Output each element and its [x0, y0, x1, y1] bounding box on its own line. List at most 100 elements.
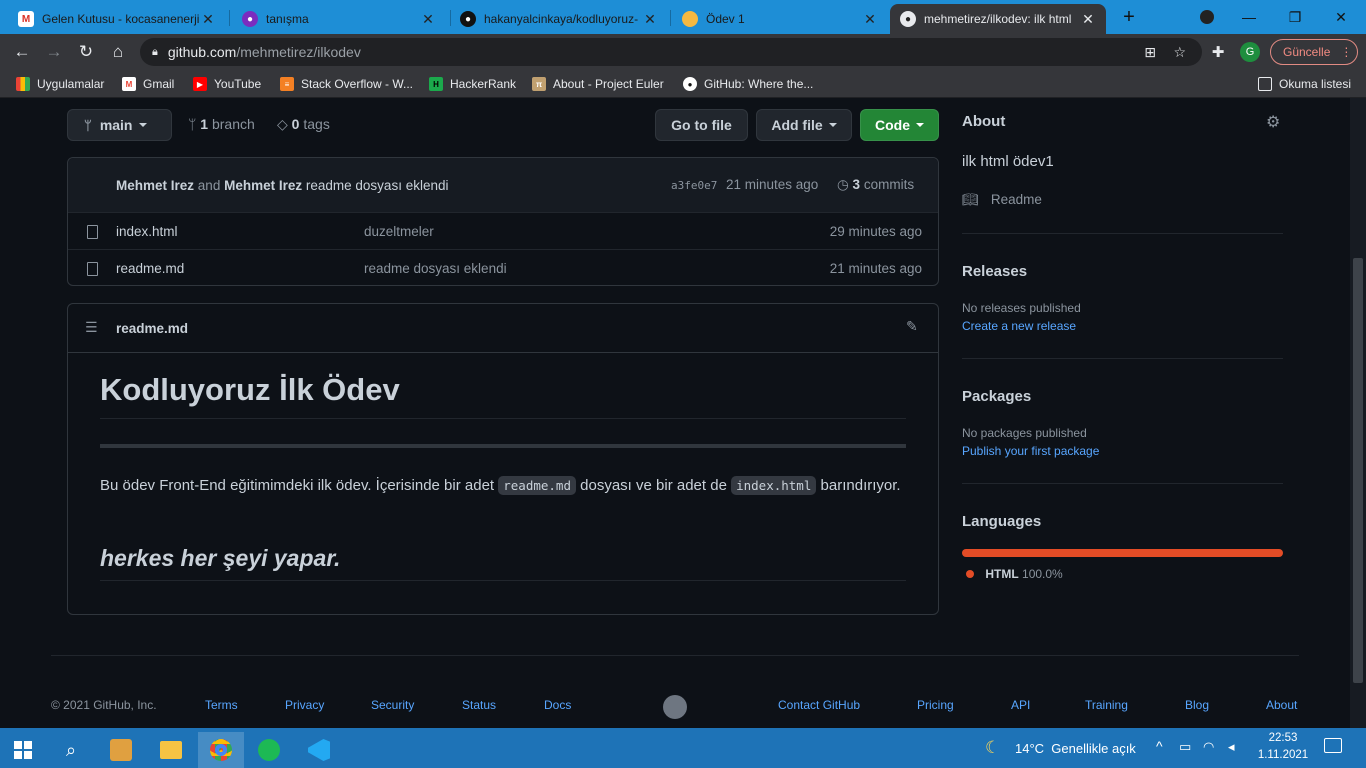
close-icon[interactable]: ✕	[1080, 11, 1096, 28]
footer-link-training[interactable]: Training	[1085, 698, 1128, 712]
commit-summary: Mehmet Irez and Mehmet Irez readme dosya…	[116, 178, 448, 193]
tab-ilkodev-active[interactable]: ● mehmetirez/ilkodev: ilk html ✕	[890, 4, 1106, 34]
volume-icon[interactable]: ◂	[1228, 739, 1235, 755]
footer-link-security[interactable]: Security	[371, 698, 414, 712]
languages-title: Languages	[962, 513, 1042, 530]
readme-link[interactable]: 📖︎ Readme	[962, 192, 1042, 208]
clock-time[interactable]: 22:53	[1257, 732, 1309, 744]
weather-text[interactable]: 14°C Genellikle açık	[1015, 741, 1136, 756]
notification-icon[interactable]	[1324, 738, 1342, 753]
translate-icon[interactable]: ⊞	[1144, 44, 1156, 61]
taskbar-vscode[interactable]	[296, 732, 342, 768]
file-commit-message[interactable]: duzeltmeler	[364, 224, 434, 239]
list-icon[interactable]: ☰	[85, 319, 98, 336]
scrollbar-thumb[interactable]	[1353, 258, 1363, 683]
avatar[interactable]: G	[1240, 42, 1260, 62]
close-icon[interactable]: ✕	[862, 11, 878, 28]
reload-button[interactable]: ↻	[74, 40, 98, 64]
weather-moon-icon[interactable]: ☾	[985, 738, 1000, 758]
branch-icon: ᛘ	[188, 116, 197, 132]
footer-link-blog[interactable]: Blog	[1185, 698, 1209, 712]
add-file-button[interactable]: Add file	[756, 109, 852, 141]
taskbar-file-explorer[interactable]	[148, 732, 194, 768]
github-icon: ●	[460, 11, 476, 27]
chevron-up-icon[interactable]: ^	[1156, 738, 1163, 754]
file-name[interactable]: index.html	[116, 224, 178, 239]
language-dot-icon	[966, 570, 974, 578]
commit-and: and	[197, 178, 221, 193]
bookmark-hackerrank[interactable]: H HackerRank	[429, 75, 516, 93]
tab-odev[interactable]: Ödev 1 ✕	[672, 4, 888, 34]
commit-author[interactable]: Mehmet Irez	[116, 178, 194, 193]
close-window-button[interactable]: ✕	[1318, 0, 1364, 34]
create-release-link[interactable]: Create a new release	[962, 319, 1076, 333]
new-tab-button[interactable]: +	[1117, 5, 1141, 29]
tab-gmail[interactable]: M Gelen Kutusu - kocasanenerji@ ✕	[8, 4, 226, 34]
bookmark-youtube[interactable]: ▶ YouTube	[193, 75, 261, 93]
commit-count-label: commits	[863, 177, 915, 192]
extensions-icon[interactable]: ✚	[1206, 40, 1230, 64]
update-button[interactable]: Güncelle ⋮	[1270, 39, 1358, 65]
close-icon[interactable]: ✕	[200, 11, 216, 28]
releases-title[interactable]: Releases	[962, 263, 1027, 280]
go-to-file-button[interactable]: Go to file	[655, 109, 748, 141]
footer-link-privacy[interactable]: Privacy	[285, 698, 324, 712]
taskbar-app-notes[interactable]	[98, 732, 144, 768]
tab-tanisma[interactable]: ● tanışma ✕	[232, 4, 446, 34]
tags-link[interactable]: ◇ 0 tags	[277, 116, 330, 133]
minimize-button[interactable]: —	[1226, 0, 1272, 34]
address-bar[interactable]: 🔒︎ github.com/mehmetirez/ilkodev ⊞ ☆	[140, 38, 1202, 66]
clock-date[interactable]: 1.11.2021	[1253, 749, 1313, 761]
publish-package-link[interactable]: Publish your first package	[962, 444, 1099, 458]
tab-kodluyoruz[interactable]: ● hakanyalcinkaya/kodluyoruz- ✕	[450, 4, 668, 34]
commit-sha[interactable]: a3fe0e7	[671, 179, 717, 192]
footer-link-status[interactable]: Status	[462, 698, 496, 712]
forward-button[interactable]: →	[42, 40, 66, 64]
bookmark-uygulamalar[interactable]: Uygulamalar	[16, 75, 104, 93]
commit-message[interactable]: readme dosyası eklendi	[306, 178, 449, 193]
language-item[interactable]: HTML 100.0%	[966, 567, 1063, 581]
github-icon: ●	[683, 77, 697, 91]
wifi-icon[interactable]: ◠	[1203, 739, 1214, 755]
footer-link-pricing[interactable]: Pricing	[917, 698, 954, 712]
bookmark-github[interactable]: ● GitHub: Where the...	[683, 75, 813, 93]
footer-link-terms[interactable]: Terms	[205, 698, 238, 712]
taskbar-chrome[interactable]	[198, 732, 244, 768]
footer-link-about[interactable]: About	[1266, 698, 1297, 712]
bookmark-star-icon[interactable]: ☆	[1173, 44, 1186, 61]
file-name[interactable]: readme.md	[116, 261, 184, 276]
home-button[interactable]: ⌂	[106, 40, 130, 64]
vscode-icon	[308, 739, 330, 761]
start-button[interactable]	[0, 732, 46, 768]
footer-link-api[interactable]: API	[1011, 698, 1030, 712]
tab-search-button[interactable]	[1184, 0, 1230, 34]
commit-coauthor[interactable]: Mehmet Irez	[224, 178, 302, 193]
commits-link[interactable]: ◷ 3 commits	[837, 177, 914, 193]
gear-icon[interactable]: ⚙	[1266, 112, 1280, 132]
battery-icon[interactable]: ▭	[1179, 739, 1191, 755]
search-button[interactable]: ⌕	[48, 732, 94, 768]
bookmark-euler[interactable]: π About - Project Euler	[532, 75, 664, 93]
branches-link[interactable]: ᛘ 1 branch	[188, 116, 255, 132]
footer-link-contact[interactable]: Contact GitHub	[778, 698, 860, 712]
packages-title[interactable]: Packages	[962, 388, 1031, 405]
reading-list-button[interactable]: Okuma listesi	[1258, 75, 1351, 93]
back-button[interactable]: ←	[10, 40, 34, 64]
code-button[interactable]: Code	[860, 109, 939, 141]
branch-label: branch	[211, 116, 255, 132]
pencil-icon[interactable]: ✎	[906, 318, 918, 335]
bookmark-gmail[interactable]: M Gmail	[122, 75, 174, 93]
restore-button[interactable]: ❐	[1272, 0, 1318, 34]
youtube-icon: ▶	[193, 77, 207, 91]
file-commit-message[interactable]: readme dosyası eklendi	[364, 261, 507, 276]
stackoverflow-icon: ≡	[280, 77, 294, 91]
taskbar-spotify[interactable]	[246, 732, 292, 768]
branch-selector[interactable]: ᛘ main	[67, 109, 172, 141]
search-icon: ⌕	[65, 739, 77, 760]
close-icon[interactable]: ✕	[642, 11, 658, 28]
bookmark-stackoverflow[interactable]: ≡ Stack Overflow - W...	[280, 75, 413, 93]
footer-link-docs[interactable]: Docs	[544, 698, 571, 712]
github-logo-icon[interactable]	[663, 695, 687, 719]
close-icon[interactable]: ✕	[420, 11, 436, 28]
page-scrollbar[interactable]	[1350, 98, 1366, 728]
